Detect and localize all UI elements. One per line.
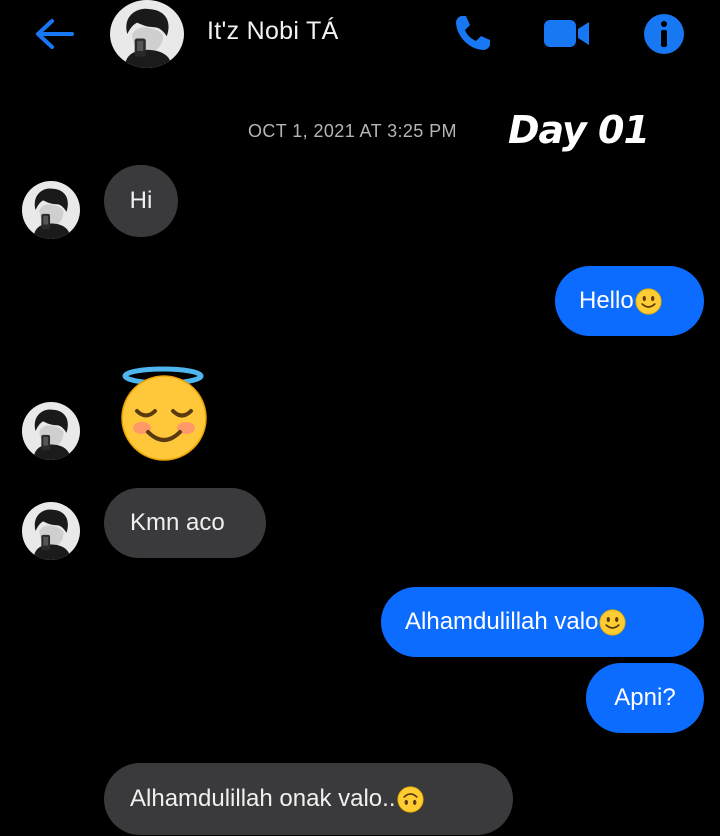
smiling-face-with-halo-icon[interactable] [110, 362, 214, 462]
contact-avatar-small[interactable] [22, 402, 80, 460]
contact-avatar[interactable] [110, 0, 184, 68]
contact-avatar-small[interactable] [22, 502, 80, 560]
info-icon [644, 14, 684, 54]
video-call-button[interactable] [540, 10, 589, 58]
arrow-left-icon [36, 19, 74, 49]
outgoing-message[interactable]: Alhamdulillah valo [381, 587, 704, 657]
upside-down-face-icon [397, 786, 424, 813]
outgoing-message[interactable]: Apni? [586, 663, 704, 733]
incoming-message[interactable]: Hi [104, 165, 178, 237]
day-label-overlay: Day 01 [508, 108, 650, 152]
message-timestamp: OCT 1, 2021 AT 3:25 PM [248, 121, 457, 141]
message-text: Hi [129, 187, 153, 214]
slightly-smiling-face-icon [599, 609, 626, 636]
incoming-message[interactable]: Alhamdulillah onak valo.. [104, 763, 513, 835]
slightly-smiling-face-icon [635, 288, 662, 315]
conversation-header: It'z Nobi TÁ [0, 0, 720, 70]
message-text: Hello [579, 287, 634, 314]
message-text: Kmn aco [130, 509, 225, 536]
message-text: Alhamdulillah valo [405, 608, 599, 635]
incoming-message[interactable]: Kmn aco [104, 488, 266, 558]
voice-call-button[interactable] [448, 10, 496, 58]
outgoing-message[interactable]: Hello [555, 266, 704, 336]
message-text: Alhamdulillah onak valo.. [130, 785, 396, 812]
info-button[interactable] [640, 10, 688, 58]
message-text: Apni? [614, 684, 676, 711]
contact-avatar-small[interactable] [22, 181, 80, 239]
phone-icon [456, 16, 490, 50]
back-button[interactable] [30, 14, 78, 54]
video-camera-icon [544, 20, 589, 47]
contact-name[interactable]: It'z Nobi TÁ [207, 17, 339, 46]
